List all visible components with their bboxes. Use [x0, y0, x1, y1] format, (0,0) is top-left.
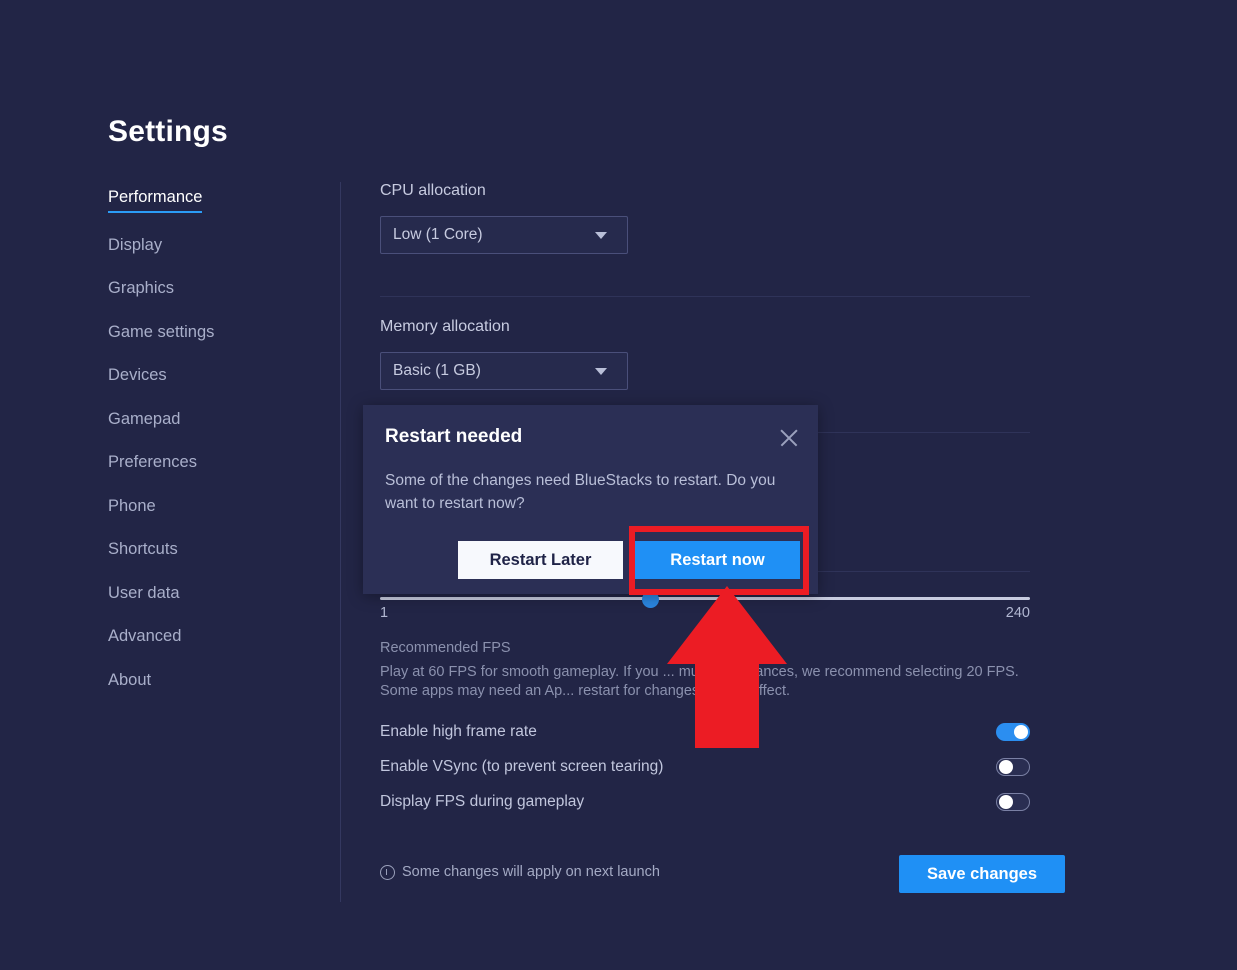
toggle-label: Enable VSync (to prevent screen tearing): [380, 758, 663, 776]
sidebar-item-devices[interactable]: Devices: [108, 366, 167, 387]
toggle-knob: [999, 795, 1013, 809]
toggle-knob: [1014, 725, 1028, 739]
fps-slider-track: [380, 597, 1030, 600]
dialog-body: Some of the changes need BlueStacks to r…: [385, 469, 795, 515]
sidebar-item-performance[interactable]: Performance: [108, 188, 202, 213]
settings-content: CPU allocation Low (1 Core) Memory alloc…: [380, 182, 1030, 433]
cpu-allocation-value: Low (1 Core): [393, 226, 595, 244]
chevron-down-icon: [595, 368, 607, 375]
sidebar-item-game-settings[interactable]: Game settings: [108, 323, 214, 344]
chevron-down-icon: [595, 232, 607, 239]
sidebar-item-user-data[interactable]: User data: [108, 584, 180, 605]
toggle-switch[interactable]: [996, 793, 1030, 811]
dialog-title: Restart needed: [385, 426, 522, 448]
toggle-row: Enable high frame rate: [380, 714, 1030, 749]
toggle-label: Enable high frame rate: [380, 723, 537, 741]
recommended-fps-body: Play at 60 FPS for smooth gameplay. If y…: [380, 663, 1020, 701]
sidebar-item-about[interactable]: About: [108, 671, 151, 692]
toggle-row: Display FPS during gameplay: [380, 784, 1030, 819]
memory-allocation-value: Basic (1 GB): [393, 362, 595, 380]
toggle-knob: [999, 760, 1013, 774]
sidebar-item-shortcuts[interactable]: Shortcuts: [108, 540, 178, 561]
page-title: Settings: [108, 115, 228, 149]
recommended-fps-title: Recommended FPS: [380, 640, 511, 656]
restart-now-button[interactable]: Restart now: [635, 541, 800, 579]
save-changes-button[interactable]: Save changes: [899, 855, 1065, 893]
fps-slider-max-label: 240: [1006, 605, 1030, 621]
sidebar-item-phone[interactable]: Phone: [108, 497, 156, 518]
fps-slider-min-label: 1: [380, 605, 388, 621]
toggle-label: Display FPS during gameplay: [380, 793, 584, 811]
sidebar-item-advanced[interactable]: Advanced: [108, 627, 181, 648]
settings-sidebar: Performance Display Graphics Game settings D…: [108, 188, 333, 714]
close-icon[interactable]: [776, 425, 802, 451]
cpu-allocation-select[interactable]: Low (1 Core): [380, 216, 628, 254]
memory-allocation-select[interactable]: Basic (1 GB): [380, 352, 628, 390]
cpu-allocation-section: CPU allocation Low (1 Core): [380, 182, 1030, 254]
memory-allocation-label: Memory allocation: [380, 318, 1030, 336]
restart-needed-dialog: Restart needed Some of the changes need …: [363, 405, 818, 594]
memory-allocation-section: Memory allocation Basic (1 GB): [380, 318, 1030, 390]
footer-note-text: Some changes will apply on next launch: [402, 864, 660, 880]
sidebar-content-divider: [340, 182, 341, 902]
toggle-row: Enable VSync (to prevent screen tearing): [380, 749, 1030, 784]
footer-note: Some changes will apply on next launch: [380, 864, 660, 880]
restart-later-button[interactable]: Restart Later: [458, 541, 623, 579]
sidebar-item-display[interactable]: Display: [108, 236, 162, 257]
sidebar-item-gamepad[interactable]: Gamepad: [108, 410, 180, 431]
sidebar-item-preferences[interactable]: Preferences: [108, 453, 197, 474]
cpu-allocation-label: CPU allocation: [380, 182, 1030, 200]
toggle-switch[interactable]: [996, 723, 1030, 741]
sidebar-item-graphics[interactable]: Graphics: [108, 279, 174, 300]
toggle-list: Enable high frame rate Enable VSync (to p…: [380, 714, 1030, 819]
toggle-switch[interactable]: [996, 758, 1030, 776]
info-circle-icon: [380, 865, 395, 880]
